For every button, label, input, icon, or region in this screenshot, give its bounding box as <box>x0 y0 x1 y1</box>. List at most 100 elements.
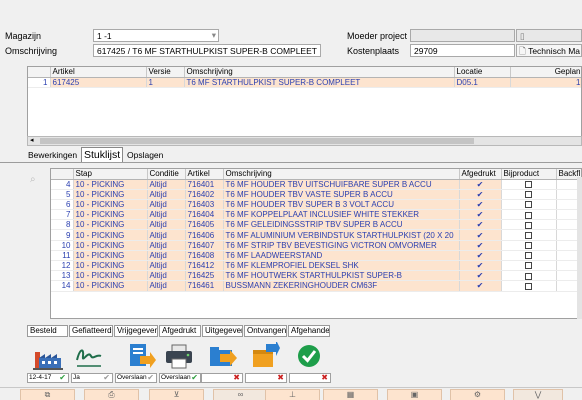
cell-omschrijving[interactable]: T6 MF HOUDER TBV VASTE SUPER B ACCU <box>223 189 460 200</box>
cell-afgedrukt[interactable]: ✔ <box>459 270 502 282</box>
column-header-conditie[interactable]: Conditie <box>147 169 186 180</box>
moeder-project-field[interactable] <box>410 29 515 42</box>
cell-stap[interactable]: 10 - PICKING <box>73 179 148 190</box>
cell-versie[interactable]: 1 <box>146 77 185 88</box>
stuklijst-grid[interactable]: Stap Conditie Artikel Omschrijving Afged… <box>50 168 582 319</box>
bijproduct-checkbox[interactable] <box>525 180 532 188</box>
cell-stap[interactable]: 10 - PICKING <box>73 219 148 231</box>
bijproduct-checkbox[interactable] <box>525 191 532 199</box>
chevron-down-icon[interactable]: ▾ <box>212 30 216 41</box>
table-row[interactable]: 14 10 - PICKING Altijd 716461 BUSSMANN ZEKER… <box>51 280 581 292</box>
table-row[interactable]: 1 617425 1 T6 MF STARTHULPKIST SUPER-B C… <box>28 77 581 88</box>
bottom-button-filter[interactable]: ⋁ <box>513 389 563 400</box>
bijproduct-checkbox[interactable] <box>525 282 532 290</box>
table-row[interactable]: 5 10 - PICKING Altijd 716402 T6 MF HOUDER TB… <box>51 189 581 200</box>
box-export-icon[interactable] <box>250 340 280 370</box>
table-row[interactable]: 6 10 - PICKING Altijd 716403 T6 MF HOUDER TB… <box>51 199 581 211</box>
magazijn-select[interactable]: 1 -1 ▾ <box>93 29 219 42</box>
cell-stap[interactable]: 10 - PICKING <box>73 270 148 282</box>
cell-stap[interactable]: 10 - PICKING <box>73 229 148 241</box>
cell-stap[interactable]: 10 - PICKING <box>73 280 148 292</box>
bijproduct-checkbox[interactable] <box>525 221 532 229</box>
bijproduct-checkbox[interactable] <box>525 201 532 209</box>
column-header-artikel[interactable]: Artikel <box>50 67 147 78</box>
cell-stap[interactable]: 10 - PICKING <box>73 260 148 272</box>
printer-icon[interactable] <box>164 342 194 370</box>
cell-afgedrukt[interactable]: ✔ <box>459 209 502 221</box>
cell-stap[interactable]: 10 - PICKING <box>73 250 148 262</box>
cell-artikel[interactable]: 716461 <box>185 280 224 292</box>
cell-artikel[interactable]: 716403 <box>185 199 224 211</box>
cell-conditie[interactable]: Altijd <box>147 229 186 241</box>
cell-artikel[interactable]: 716404 <box>185 209 224 221</box>
bijproduct-checkbox[interactable] <box>525 242 532 250</box>
document-export-icon[interactable] <box>126 342 156 370</box>
cell-afgedrukt[interactable]: ✔ <box>459 240 502 251</box>
cell-afgedrukt[interactable]: ✔ <box>459 179 502 190</box>
moeder-project-lookup[interactable]: ▯ <box>516 29 582 42</box>
cell-stap[interactable]: 10 - PICKING <box>73 199 148 211</box>
tab-stuklijst[interactable]: Stuklijst <box>81 147 124 162</box>
cell-conditie[interactable]: Altijd <box>147 240 186 251</box>
cell-omschrijving[interactable]: T6 MF GELEIDINGSSTRIP TBV SUPER B ACCU <box>223 219 460 231</box>
table-row[interactable]: 9 10 - PICKING Altijd 716406 T6 MF ALUMINIUM… <box>51 229 581 241</box>
table-row[interactable]: 7 10 - PICKING Altijd 716404 T6 MF KOPPELPLA… <box>51 209 581 221</box>
project-grid[interactable]: Artikel Versie Omschrijving Locatie Gepl… <box>27 66 582 146</box>
cell-omschrijving[interactable]: T6 MF ALUMINIUM VERBINDSTUK STARTHULPKIS… <box>223 229 460 241</box>
omschrijving-field[interactable]: 617425 / T6 MF STARTHULPKIST SUPER-B COM… <box>93 44 321 57</box>
cell-omschrijving[interactable]: T6 MF STARTHULPKIST SUPER-B COMPLEET <box>184 77 455 88</box>
tab-opslagen[interactable]: Opslagen <box>125 149 165 161</box>
cell-afgedrukt[interactable]: ✔ <box>459 199 502 211</box>
cell-afgedrukt[interactable]: ✔ <box>459 280 502 292</box>
scrollbar-thumb[interactable] <box>40 138 474 144</box>
column-header-omschrijving[interactable]: Omschrijving <box>223 169 460 180</box>
cell-artikel[interactable]: 716402 <box>185 189 224 200</box>
bottom-button-tree[interactable]: ⊥ <box>265 389 320 400</box>
factory-icon[interactable] <box>33 342 63 370</box>
table-row[interactable]: 10 10 - PICKING Altijd 716407 T6 MF STRIP TB… <box>51 240 581 251</box>
bottom-button-image[interactable]: ▣ <box>387 389 442 400</box>
bottom-button-print[interactable]: ⎙ <box>84 389 139 400</box>
cell-afgedrukt[interactable]: ✔ <box>459 250 502 262</box>
bottom-button-table[interactable]: ▦ <box>323 389 378 400</box>
cell-omschrijving[interactable]: T6 MF KLEMPROFIEL DEKSEL SHK <box>223 260 460 272</box>
bijproduct-checkbox[interactable] <box>525 262 532 270</box>
folder-export-icon[interactable] <box>208 342 238 370</box>
tab-bewerkingen[interactable]: Bewerkingen <box>26 149 79 161</box>
table-row[interactable]: 4 10 - PICKING Altijd 716401 T6 MF HOUDER TB… <box>51 179 581 190</box>
cell-afgedrukt[interactable]: ✔ <box>459 229 502 241</box>
bijproduct-checkbox[interactable] <box>525 272 532 280</box>
vertical-scrollbar[interactable] <box>577 177 582 319</box>
table-row[interactable]: 11 10 - PICKING Altijd 716408 T6 MF LAADWEER… <box>51 250 581 262</box>
column-header-locatie[interactable]: Locatie <box>454 67 511 78</box>
bottom-button-copy[interactable]: ⧉ <box>20 389 75 400</box>
cell-gepland[interactable]: 1 <box>510 77 581 88</box>
cell-stap[interactable]: 10 - PICKING <box>73 189 148 200</box>
cell-artikel[interactable]: 716401 <box>185 179 224 190</box>
bottom-button-cart[interactable]: ⊻ <box>149 389 204 400</box>
cell-artikel[interactable]: 716425 <box>185 270 224 282</box>
table-row[interactable]: 8 10 - PICKING Altijd 716405 T6 MF GELEIDING… <box>51 219 581 231</box>
cell-afgedrukt[interactable]: ✔ <box>459 219 502 231</box>
bottom-button-settings[interactable]: ⚙ <box>450 389 505 400</box>
cell-omschrijving[interactable]: BUSSMANN ZEKERINGHOUDER CM63F <box>223 280 460 292</box>
column-header-afgedrukt[interactable]: Afgedrukt <box>459 169 502 180</box>
cell-conditie[interactable]: Altijd <box>147 179 186 190</box>
confirm-check-icon[interactable] <box>295 342 325 370</box>
cell-conditie[interactable]: Altijd <box>147 280 186 292</box>
cell-artikel[interactable]: 716407 <box>185 240 224 251</box>
bijproduct-checkbox[interactable] <box>525 231 532 239</box>
cell-conditie[interactable]: Altijd <box>147 250 186 262</box>
cell-afgedrukt[interactable]: ✔ <box>459 260 502 272</box>
cell-omschrijving[interactable]: T6 MF HOUDER TBV SUPER B 3 VOLT ACCU <box>223 199 460 211</box>
cell-conditie[interactable]: Altijd <box>147 209 186 221</box>
bottom-button-link[interactable]: ∞ <box>213 389 268 400</box>
cell-artikel[interactable]: 716412 <box>185 260 224 272</box>
cell-omschrijving[interactable]: T6 MF HOUDER TBV UITSCHUIFBARE SUPER B A… <box>223 179 460 190</box>
cell-artikel[interactable]: 716405 <box>185 219 224 231</box>
bijproduct-checkbox[interactable] <box>525 252 532 260</box>
table-row[interactable]: 13 10 - PICKING Altijd 716425 T6 MF HOUTWERK… <box>51 270 581 282</box>
cell-conditie[interactable]: Altijd <box>147 219 186 231</box>
cell-conditie[interactable]: Altijd <box>147 260 186 272</box>
column-header-omschrijving[interactable]: Omschrijving <box>184 67 455 78</box>
